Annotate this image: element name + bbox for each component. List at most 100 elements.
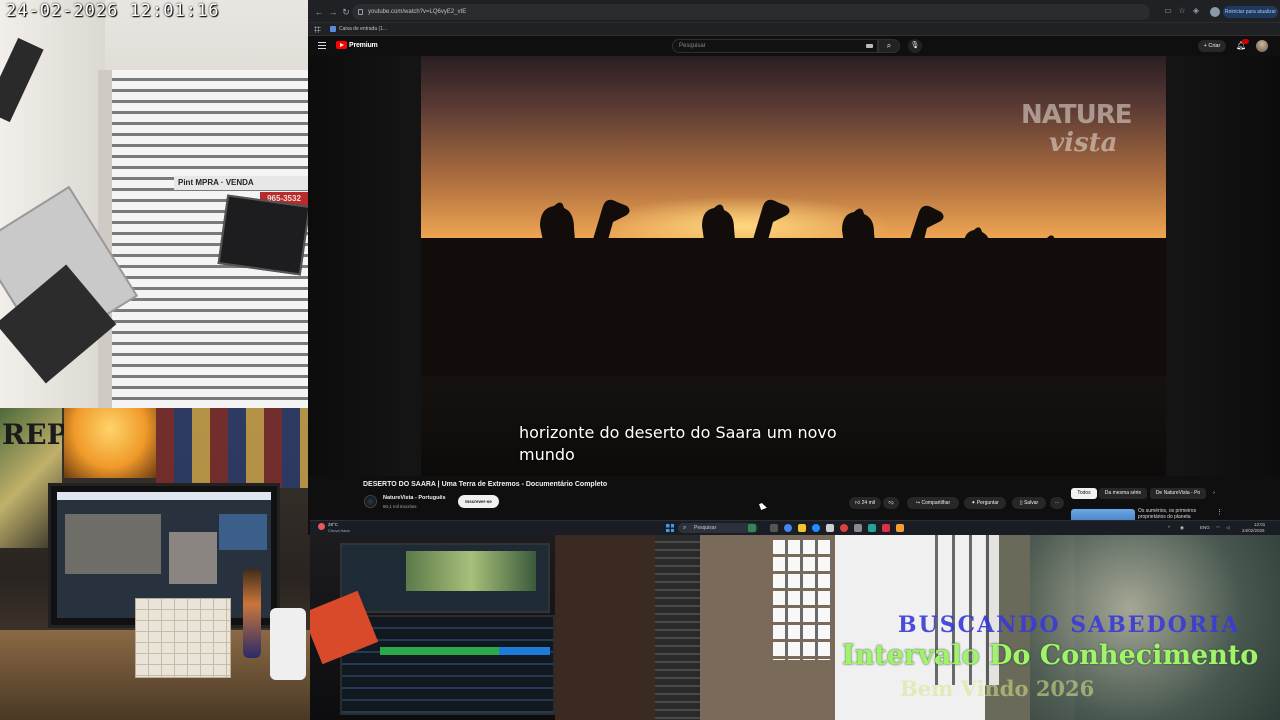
ask-label: Perguntar	[976, 500, 999, 506]
taskbar: 28°C Chuva fraca ⌕ Pesquisar ^ ◉ ENG ◠ ◁…	[310, 520, 1280, 535]
taskbar-search-label: Pesquisar	[694, 525, 717, 531]
search-button[interactable]: ⌕	[878, 39, 900, 53]
shelf	[655, 535, 700, 720]
chip-same-series[interactable]: Da mesma série	[1099, 488, 1147, 499]
save-label: Salvar	[1023, 500, 1039, 506]
youtube-logo-icon[interactable]	[336, 41, 347, 49]
subscribe-button[interactable]: Inscrever-se	[458, 495, 499, 508]
bookmark-star-icon[interactable]: ☆	[1177, 6, 1187, 16]
forward-icon[interactable]: →	[327, 6, 339, 18]
weather-icon[interactable]	[318, 523, 325, 530]
desk-camera-feed: REP	[0, 408, 310, 720]
clock-date[interactable]: 24/02/2026	[1242, 528, 1265, 534]
weather-temperature[interactable]: 28°C	[328, 522, 338, 527]
recommended-more-icon[interactable]: ⋮	[1216, 508, 1223, 516]
watermark-vista: vista	[1049, 128, 1118, 158]
monitor-video-3	[219, 514, 267, 550]
address-bar-row: ← → ↻ youtube.com/watch?v=LQ6vyE2_vtE ▭ …	[308, 0, 1280, 23]
search-input[interactable]: Pesquisar	[672, 39, 878, 53]
lamp	[64, 408, 156, 478]
cast-icon[interactable]: ▭	[1163, 6, 1173, 16]
widget-icon[interactable]	[748, 524, 756, 532]
video-subtitle: horizonte do deserto do Saara um novo mu…	[519, 423, 837, 464]
app-icon-8[interactable]	[868, 524, 876, 532]
url-text: youtube.com/watch?v=LQ6vyE2_vtE	[368, 9, 467, 15]
menu-icon[interactable]	[318, 42, 326, 49]
chips-next-icon[interactable]: ›	[1209, 488, 1219, 499]
chip-channel[interactable]: De NatureVista - Po	[1150, 488, 1206, 499]
file-explorer-icon[interactable]	[798, 524, 806, 532]
app-icon-9[interactable]	[882, 524, 890, 532]
back-icon[interactable]: ←	[313, 6, 325, 18]
bottle	[270, 608, 306, 680]
like-count: 24 mil	[861, 500, 875, 506]
thumbs-up-icon: 👍︎	[855, 500, 862, 506]
tray-expand-icon[interactable]: ^	[1168, 525, 1170, 531]
start-icon[interactable]	[666, 524, 674, 532]
mail-icon	[330, 25, 336, 32]
search-placeholder: Pesquisar	[679, 43, 706, 49]
overlay-line-3: Bem Vindo 2026	[900, 676, 1095, 701]
keyboard-icon[interactable]	[866, 44, 873, 48]
thumbs-down-icon: 👎︎	[888, 500, 894, 506]
channel-subscribers: 60,1 mil inscritos	[383, 504, 417, 509]
wifi-icon[interactable]: ◠	[1216, 525, 1220, 531]
reload-icon[interactable]: ↻	[340, 6, 352, 18]
video-title: DESERTO DO SAARA | Uma Terra de Extremos…	[363, 481, 608, 488]
app-icon-10[interactable]	[896, 524, 904, 532]
notification-badge	[1242, 39, 1249, 44]
window-grid	[773, 540, 831, 660]
obs-icon[interactable]	[840, 524, 848, 532]
stream-layout: Pint MPRA · VENDA 965-3532 24-02-2026 12…	[0, 0, 1280, 720]
bookmarks-bar: Caixa de entrada (1...	[308, 23, 1280, 36]
street-camera-feed: Pint MPRA · VENDA 965-3532 24-02-2026 12…	[0, 0, 308, 408]
extensions-icon[interactable]: ◈	[1191, 6, 1201, 16]
video-player[interactable]: NATURE vista horizonte do deserto do Saa…	[421, 56, 1166, 476]
weather-condition[interactable]: Chuva fraca	[328, 528, 350, 533]
desk-calendar	[135, 598, 231, 678]
search-icon: ⌕	[683, 525, 687, 531]
figurine	[243, 568, 261, 658]
share-button[interactable]: ↪ Compartilhar	[907, 497, 959, 509]
avatar[interactable]	[1256, 40, 1268, 52]
edge-icon[interactable]	[812, 524, 820, 532]
street-sign: Pint MPRA · VENDA	[174, 176, 308, 190]
more-actions-icon[interactable]: ⋯	[1050, 497, 1064, 509]
overlay-line-2: Intervalo Do Conhecimento	[842, 640, 1259, 671]
update-button[interactable]: Reiniciar para atualizar	[1223, 6, 1278, 18]
bookmark-inbox-label: Caixa de entrada (1...	[339, 26, 388, 32]
create-button[interactable]: + Criar	[1198, 40, 1226, 52]
camel-caravan-silhouette	[421, 199, 1166, 376]
channel-avatar[interactable]	[364, 495, 377, 508]
bookmark-inbox[interactable]: Caixa de entrada (1...	[330, 23, 387, 36]
channel-name[interactable]: NatureVista - Português	[383, 495, 446, 501]
task-view-icon[interactable]	[770, 524, 778, 532]
monitors-camera-feed	[310, 535, 555, 720]
monitor-video-2	[169, 532, 217, 584]
voice-search-icon[interactable]: 🎙︎	[908, 39, 922, 53]
monitor-video-1	[65, 514, 161, 574]
dislike-button[interactable]: 👎︎	[883, 497, 899, 509]
overlay-line-1: BUSCANDO SABEDORIA	[898, 612, 1241, 638]
store-icon[interactable]	[826, 524, 834, 532]
camera-timestamp: 24-02-2026 12:01:16	[6, 1, 220, 21]
tray-app-icon[interactable]: ◉	[1180, 525, 1184, 531]
youtube-premium-label[interactable]: Premium	[349, 40, 378, 51]
recommended-title[interactable]: Os sumérios, os primeiros proprietários …	[1138, 508, 1218, 520]
chip-all[interactable]: Todos	[1071, 488, 1097, 499]
site-info-icon[interactable]	[358, 9, 363, 15]
like-button[interactable]: 👍︎ 24 mil	[849, 497, 881, 509]
save-button[interactable]: ▯ Salvar	[1012, 497, 1046, 509]
tray-lang[interactable]: ENG	[1200, 525, 1210, 531]
volume-icon[interactable]: ◁	[1226, 525, 1229, 531]
taskbar-search[interactable]: ⌕ Pesquisar	[678, 523, 758, 533]
apps-grid-icon[interactable]	[314, 26, 321, 33]
ask-button[interactable]: ✦ Perguntar	[964, 497, 1006, 509]
mural-text: REP	[2, 418, 68, 451]
url-field[interactable]: youtube.com/watch?v=LQ6vyE2_vtE	[352, 4, 1150, 20]
app-icon-7[interactable]	[854, 524, 862, 532]
browser-profile-icon[interactable]	[1210, 7, 1220, 17]
hanging-dark-laptop	[217, 194, 308, 276]
mouse-cursor	[759, 502, 767, 510]
chrome-icon[interactable]	[784, 524, 792, 532]
